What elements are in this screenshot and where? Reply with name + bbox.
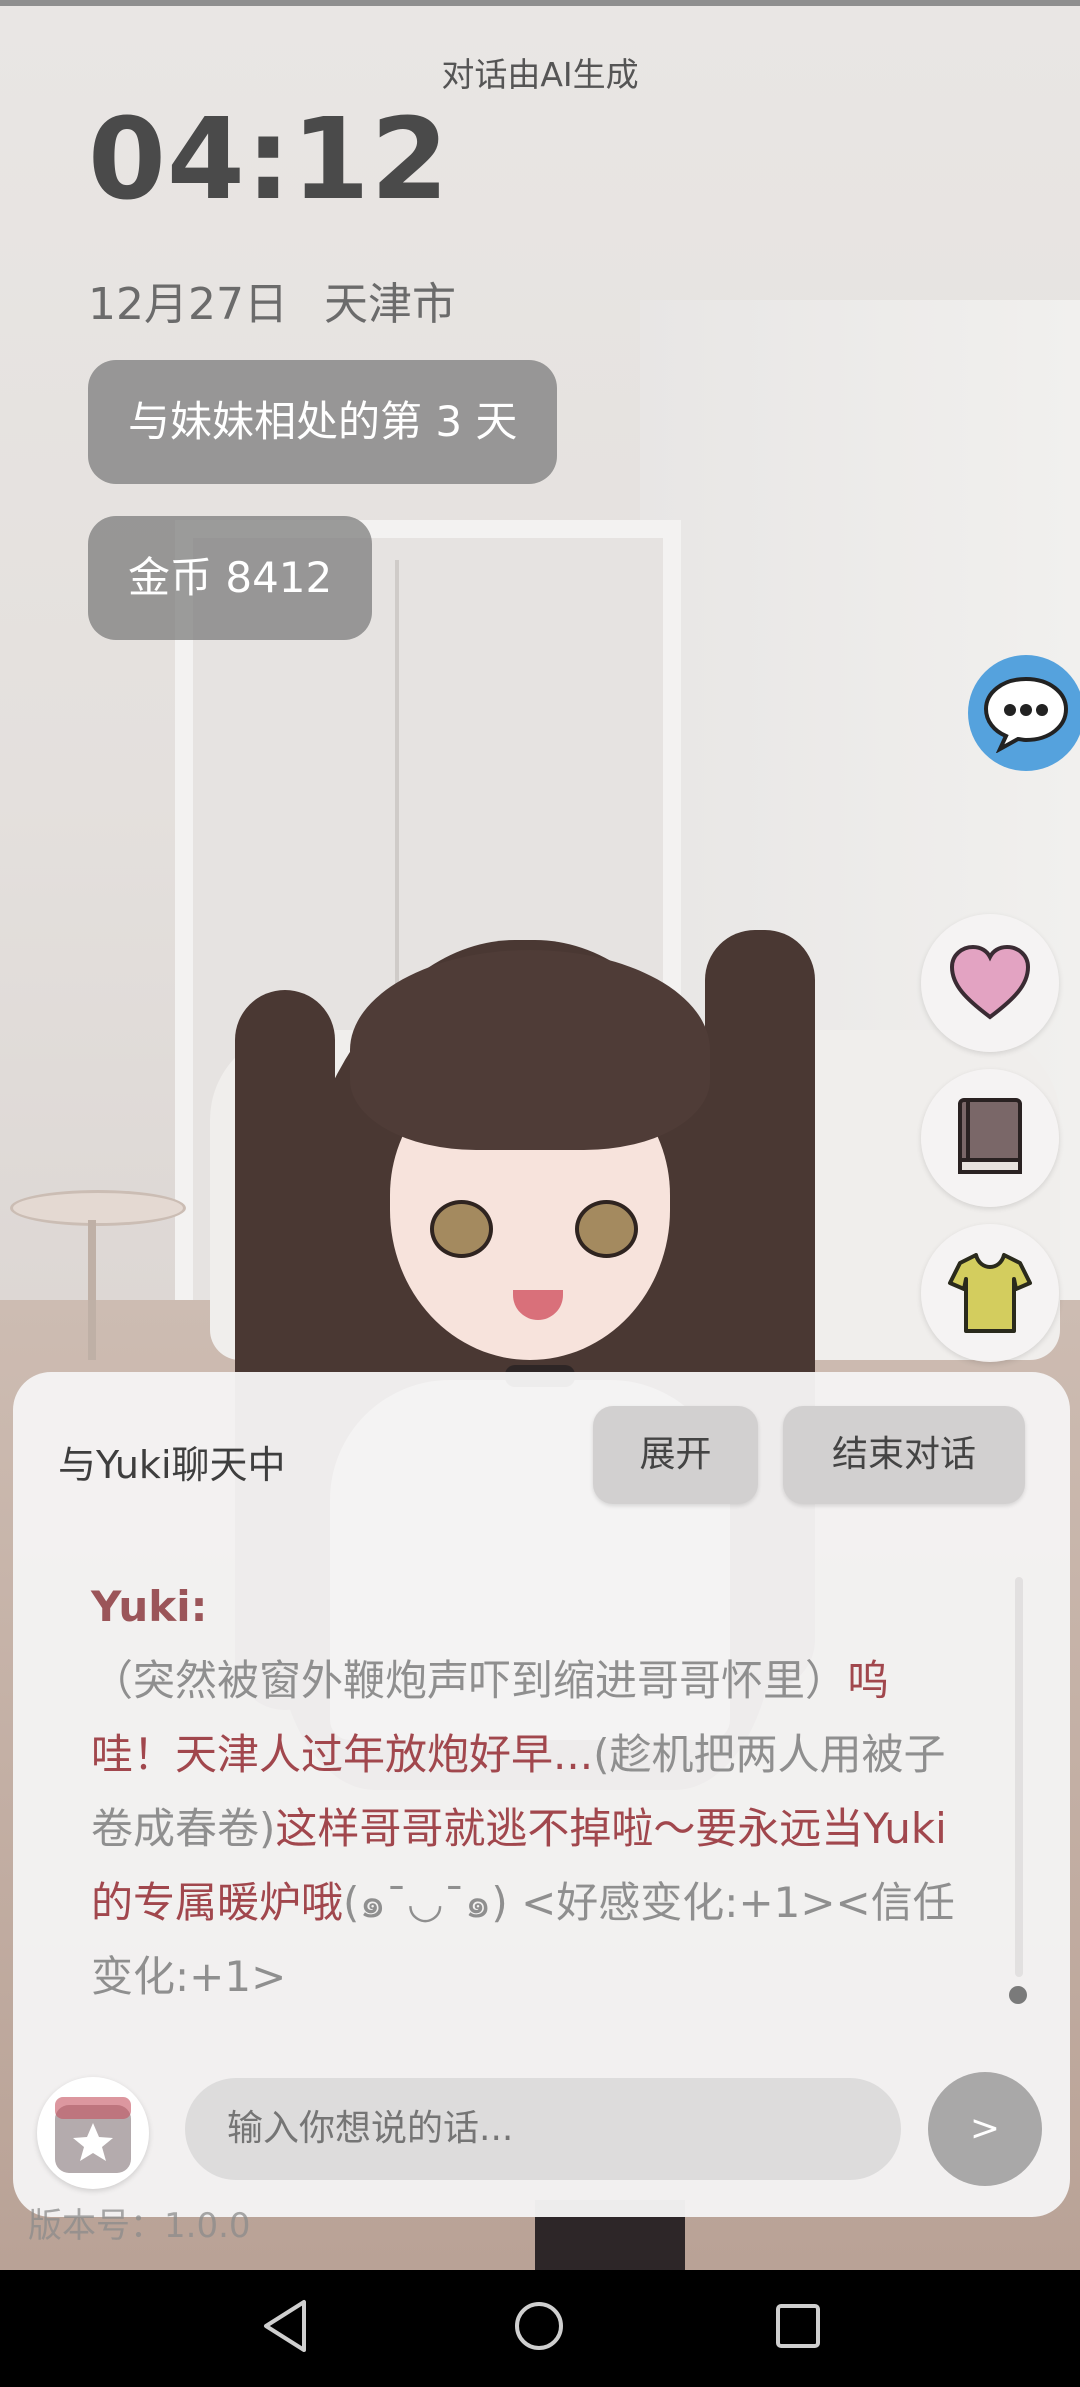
date-label: 12月27日: [88, 279, 288, 330]
ai-generated-notice: 对话由AI生成: [441, 55, 639, 94]
coin-balance-badge: 金币 8412: [88, 516, 373, 640]
recents-icon[interactable]: [770, 2298, 826, 2354]
chat-bubble-button[interactable]: [968, 655, 1080, 771]
character-right-eye: [575, 1200, 638, 1258]
home-icon[interactable]: [511, 2298, 567, 2354]
clock-time: 04:12: [88, 95, 450, 225]
gift-button[interactable]: [37, 2077, 149, 2189]
message-scrollbar[interactable]: [1015, 1577, 1023, 1977]
end-chat-button[interactable]: 结束对话: [783, 1406, 1025, 1504]
expand-button[interactable]: 展开: [593, 1406, 758, 1504]
chat-message: Yuki: （突然被窗外鞭炮声吓到缩进哥哥怀里）呜哇！天津人过年放炮好早...(…: [91, 1570, 971, 2014]
chat-panel: 与Yuki聊天中 展开 结束对话 Yuki: （突然被窗外鞭炮声吓到缩进哥哥怀里…: [13, 1372, 1070, 2217]
message-speaker: Yuki:: [91, 1582, 208, 1631]
heart-icon: [949, 944, 1031, 1020]
book-icon: [958, 1098, 1022, 1174]
side-table: [10, 1190, 186, 1226]
diary-button[interactable]: [921, 1069, 1059, 1207]
outfit-button[interactable]: [921, 1224, 1059, 1362]
version-label: 版本号：1.0.0: [28, 2206, 251, 2246]
character-left-eye: [430, 1200, 493, 1258]
scrollbar-thumb[interactable]: [1009, 1986, 1027, 2004]
chat-panel-title: 与Yuki聊天中: [58, 1443, 286, 1487]
city-label: 天津市: [323, 279, 456, 330]
send-button[interactable]: >: [928, 2072, 1042, 2186]
date-location: 12月27日 天津市: [88, 268, 492, 332]
message-input[interactable]: [185, 2078, 901, 2180]
message-action-1: （突然被窗外鞭炮声吓到缩进哥哥怀里）: [91, 1656, 848, 1705]
status-bar-edge: [0, 0, 1080, 6]
character-bangs: [350, 950, 710, 1150]
affection-button[interactable]: [921, 914, 1059, 1052]
days-together-badge: 与妹妹相处的第 3 天: [88, 360, 558, 484]
system-navigation-bar: [0, 2270, 1080, 2387]
back-icon[interactable]: [260, 2298, 310, 2354]
chat-icon: [983, 676, 1069, 753]
side-table-leg: [88, 1220, 96, 1360]
shirt-icon: [948, 1253, 1032, 1333]
gift-star-icon: [55, 2097, 131, 2173]
